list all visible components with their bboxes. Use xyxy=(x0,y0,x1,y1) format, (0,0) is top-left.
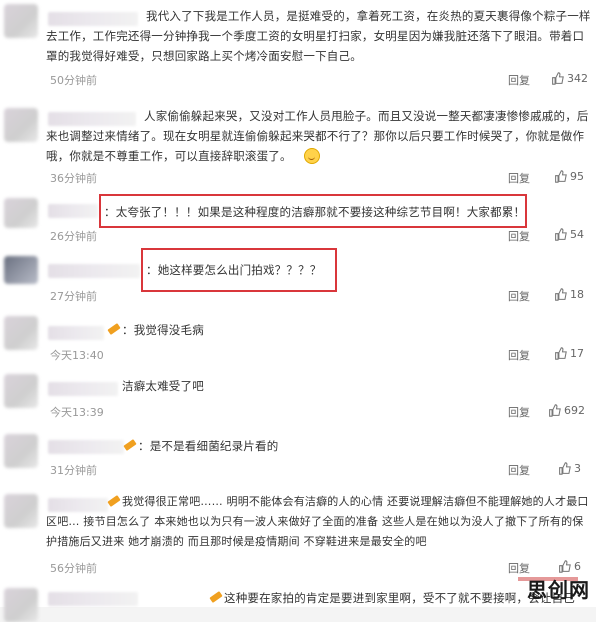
comment-item: 洁癖太难受了吧 今天13:39 回复 692 xyxy=(0,366,596,427)
pencil-icon xyxy=(123,439,137,451)
like-count: 692 xyxy=(564,404,585,417)
comment-time: 31分钟前 xyxy=(50,464,97,477)
comment-item: 人家偷偷躲起来哭，又没对工作人员甩脸子。而且又没说一整天都凄凄惨惨戚戚的，后来也… xyxy=(0,100,596,191)
comment-time: 50分钟前 xyxy=(50,74,97,87)
highlight-box xyxy=(141,248,337,292)
like-button[interactable]: 342 xyxy=(551,72,588,85)
like-count: 3 xyxy=(574,462,581,475)
reply-button[interactable]: 回复 xyxy=(508,462,530,478)
comment-text: 我觉得很正常吧…… 明明不能体会有洁癖的人的心情 还要说理解洁癖但不能理解她的人… xyxy=(46,495,589,548)
thumbs-up-icon xyxy=(555,228,567,241)
username-blurred[interactable] xyxy=(48,204,98,218)
username-blurred[interactable] xyxy=(48,382,118,396)
avatar[interactable] xyxy=(4,256,38,284)
username-blurred[interactable] xyxy=(48,326,104,340)
thumbs-up-icon xyxy=(555,170,567,183)
comment-time: 今天13:39 xyxy=(50,406,104,419)
highlight-box xyxy=(99,194,527,228)
like-button[interactable]: 17 xyxy=(554,347,584,360)
pencil-icon xyxy=(107,323,121,335)
reply-button[interactable]: 回复 xyxy=(508,288,530,304)
comment-text: 我代入了下我是工作人员，是挺难受的，拿着死工资，在炎热的夏天裹得像个粽子一样去工… xyxy=(46,9,591,63)
comment-item: ：她这样要怎么出门拍戏？？？？ 27分钟前 回复 18 xyxy=(0,246,596,307)
thumbs-up-icon xyxy=(555,288,567,301)
avatar[interactable] xyxy=(4,494,38,528)
pencil-icon xyxy=(209,591,223,603)
like-count: 18 xyxy=(570,288,584,301)
comment-time: 26分钟前 xyxy=(50,230,97,243)
thumbs-up-icon xyxy=(549,404,561,417)
watermark: 思创网 xyxy=(527,578,590,602)
comment-item: ：我觉得没毛病 今天13:40 回复 17 xyxy=(0,306,596,367)
like-count: 95 xyxy=(570,170,584,183)
like-count: 54 xyxy=(570,228,584,241)
avatar[interactable] xyxy=(4,108,38,142)
thumbs-up-icon xyxy=(552,72,564,85)
thumbs-up-icon xyxy=(555,347,567,360)
reply-button[interactable]: 回复 xyxy=(508,72,530,88)
avatar[interactable] xyxy=(4,4,38,38)
comment-item: 我代入了下我是工作人员，是挺难受的，拿着死工资，在炎热的夏天裹得像个粽子一样去工… xyxy=(0,0,596,101)
like-button[interactable]: 95 xyxy=(554,170,584,183)
comment-item: ：是不是看细菌纪录片看的 31分钟前 回复 3 xyxy=(0,426,596,487)
like-button[interactable]: 54 xyxy=(554,228,584,241)
reply-button[interactable]: 回复 xyxy=(508,404,530,420)
thumbs-up-icon xyxy=(559,560,571,573)
comment-item: 我觉得很正常吧…… 明明不能体会有洁癖的人的心情 还要说理解洁癖但不能理解她的人… xyxy=(0,486,596,583)
comment-time: 27分钟前 xyxy=(50,290,97,303)
reply-button[interactable]: 回复 xyxy=(508,228,530,244)
like-button[interactable]: 692 xyxy=(548,404,585,417)
avatar[interactable] xyxy=(4,198,38,228)
avatar[interactable] xyxy=(4,434,38,468)
grin-emoji-icon xyxy=(304,148,320,164)
like-count: 6 xyxy=(574,560,581,573)
reply-button[interactable]: 回复 xyxy=(508,170,530,186)
like-count: 342 xyxy=(567,72,588,85)
username-blurred[interactable] xyxy=(48,264,140,278)
comment-text: 这种要在家拍的肯定是要进到家里啊，受不了就不要接啊，会让自己 xyxy=(224,591,575,605)
like-button[interactable]: 18 xyxy=(554,288,584,301)
thumbs-up-icon xyxy=(559,462,571,475)
like-count: 17 xyxy=(570,347,584,360)
comment-time: 56分钟前 xyxy=(50,562,97,575)
avatar[interactable] xyxy=(4,316,38,350)
comment-text: 洁癖太难受了吧 xyxy=(122,379,204,393)
like-button[interactable]: 6 xyxy=(558,560,581,573)
reply-button[interactable]: 回复 xyxy=(508,347,530,363)
comment-time: 36分钟前 xyxy=(50,172,97,185)
comment-text: ：是不是看细菌纪录片看的 xyxy=(138,439,279,453)
comment-item: 这种要在家拍的肯定是要进到家里啊，受不了就不要接啊，会让自己 xyxy=(0,582,596,622)
comment-item: ：太夸张了！！！如果是这种程度的洁癖那就不要接这种综艺节目啊！大家都累！ 26分… xyxy=(0,190,596,247)
comment-text: ：我觉得没毛病 xyxy=(122,323,204,337)
username-blurred[interactable] xyxy=(48,592,138,606)
avatar[interactable] xyxy=(4,588,38,622)
avatar[interactable] xyxy=(4,374,38,408)
username-blurred[interactable] xyxy=(48,440,124,454)
like-button[interactable]: 3 xyxy=(558,462,581,475)
comment-time: 今天13:40 xyxy=(50,349,104,362)
